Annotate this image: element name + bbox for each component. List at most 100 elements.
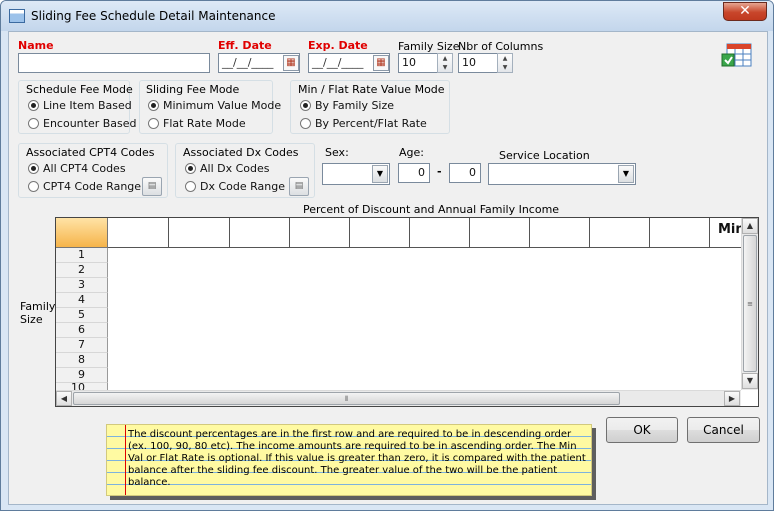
radio-by-family-size[interactable]: By Family Size <box>300 99 394 113</box>
cancel-button[interactable]: Cancel <box>687 417 760 443</box>
ok-button[interactable]: OK <box>606 417 678 443</box>
radio-cpt4-code-range[interactable]: CPT4 Code Range <box>28 180 141 194</box>
grid-title: Percent of Discount and Annual Family In… <box>303 203 560 216</box>
radio-label: All Dx Codes <box>200 162 270 175</box>
family-size-axis-label: Family Size <box>20 300 56 326</box>
radio-unselected-icon <box>28 181 39 192</box>
scroll-left-icon[interactable]: ◀ <box>56 391 72 406</box>
row-header[interactable]: 2 <box>56 263 108 278</box>
column-header[interactable] <box>230 218 290 248</box>
min-flat-rate-mode-label: Min / Flat Rate Value Mode <box>298 83 445 96</box>
discount-income-grid[interactable]: Min 1 2 3 4 5 6 7 8 9 10 ▲ ≡ ▼ ◀ ⦀ ▶ <box>55 217 759 407</box>
radio-label: Line Item Based <box>43 99 132 112</box>
app-window-icon <box>9 9 25 23</box>
column-header[interactable] <box>470 218 530 248</box>
grid-corner-header[interactable] <box>56 218 108 248</box>
name-label: Name <box>18 39 54 52</box>
radio-encounter-based[interactable]: Encounter Based <box>28 117 137 131</box>
radio-label: Dx Code Range <box>200 180 285 193</box>
age-separator: - <box>437 165 442 178</box>
scroll-right-icon[interactable]: ▶ <box>724 391 740 406</box>
radio-label: Encounter Based <box>43 117 137 130</box>
min-column-label: Min <box>718 222 741 237</box>
sliding-fee-mode-label: Sliding Fee Mode <box>146 83 240 96</box>
row-header[interactable]: 1 <box>56 248 108 263</box>
family-size-label: Family Size <box>398 40 460 53</box>
chevron-down-icon[interactable]: ▼ <box>618 165 634 183</box>
radio-selected-icon <box>300 100 311 111</box>
spin-down-icon[interactable]: ▼ <box>498 63 512 72</box>
eff-date-label: Eff. Date <box>218 39 272 52</box>
vertical-scroll-thumb[interactable]: ≡ <box>743 235 757 372</box>
radio-unselected-icon <box>300 118 311 129</box>
nbr-columns-spinner[interactable]: ▲ ▼ <box>497 53 513 73</box>
radio-label: Minimum Value Mode <box>163 99 282 112</box>
row-header[interactable]: 7 <box>56 338 108 353</box>
column-header[interactable] <box>650 218 710 248</box>
column-header[interactable] <box>169 218 230 248</box>
column-header[interactable] <box>590 218 650 248</box>
row-header[interactable]: 5 <box>56 308 108 323</box>
row-header[interactable]: 3 <box>56 278 108 293</box>
associated-dx-label: Associated Dx Codes <box>183 146 299 159</box>
note-text: The discount percentages are in the firs… <box>128 429 586 488</box>
service-location-select[interactable]: ▼ <box>488 163 636 185</box>
horizontal-scroll-thumb[interactable]: ⦀ <box>73 392 620 405</box>
column-header[interactable] <box>410 218 470 248</box>
radio-label: CPT4 Code Range <box>43 180 142 193</box>
column-header[interactable] <box>350 218 410 248</box>
family-size-spinner[interactable]: ▲ ▼ <box>437 53 453 73</box>
column-header-min[interactable]: Min <box>710 218 741 248</box>
row-header[interactable]: 8 <box>56 353 108 368</box>
row-header[interactable]: 4 <box>56 293 108 308</box>
radio-selected-icon <box>185 163 196 174</box>
row-header[interactable]: 6 <box>56 323 108 338</box>
radio-line-item-based[interactable]: Line Item Based <box>28 99 132 113</box>
lookup-icon[interactable]: ▤ <box>142 177 162 196</box>
window-title: Sliding Fee Schedule Detail Maintenance <box>31 9 276 23</box>
radio-selected-icon <box>28 100 39 111</box>
exp-date-label: Exp. Date <box>308 39 368 52</box>
schedule-fee-mode-label: Schedule Fee Mode <box>26 83 133 96</box>
lookup-icon[interactable]: ▤ <box>289 177 309 196</box>
nbr-columns-input[interactable]: 10 <box>458 53 498 73</box>
radio-label: Flat Rate Mode <box>163 117 246 130</box>
calendar-icon[interactable]: ▦ <box>373 55 389 71</box>
chevron-down-icon[interactable]: ▼ <box>372 165 388 183</box>
name-input[interactable] <box>18 53 210 73</box>
scroll-down-icon[interactable]: ▼ <box>742 373 758 389</box>
associated-cpt4-label: Associated CPT4 Codes <box>26 146 155 159</box>
radio-all-dx-codes[interactable]: All Dx Codes <box>185 162 270 176</box>
dialog-body: Name Eff. Date __/__/____ ▦ Exp. Date __… <box>8 31 768 505</box>
scroll-up-icon[interactable]: ▲ <box>742 218 758 234</box>
family-size-input[interactable]: 10 <box>398 53 438 73</box>
title-bar[interactable]: Sliding Fee Schedule Detail Maintenance … <box>1 1 773 31</box>
calendar-icon[interactable]: ▦ <box>283 55 299 71</box>
exp-date-mask: __/__/____ <box>312 56 364 69</box>
row-header[interactable]: 10 <box>56 383 108 390</box>
radio-by-percent-flat-rate[interactable]: By Percent/Flat Rate <box>300 117 427 131</box>
radio-flat-rate-mode[interactable]: Flat Rate Mode <box>148 117 246 131</box>
age-from-input[interactable]: 0 <box>398 163 430 183</box>
radio-unselected-icon <box>185 181 196 192</box>
spin-down-icon[interactable]: ▼ <box>438 63 452 72</box>
radio-unselected-icon <box>148 118 159 129</box>
radio-all-cpt4-codes[interactable]: All CPT4 Codes <box>28 162 126 176</box>
spin-up-icon[interactable]: ▲ <box>438 54 452 63</box>
radio-dx-code-range[interactable]: Dx Code Range <box>185 180 285 194</box>
age-to-input[interactable]: 0 <box>449 163 481 183</box>
service-location-label: Service Location <box>499 149 590 162</box>
vertical-scrollbar[interactable]: ▲ ≡ ▼ <box>741 218 758 390</box>
radio-minimum-value-mode[interactable]: Minimum Value Mode <box>148 99 281 113</box>
spin-up-icon[interactable]: ▲ <box>498 54 512 63</box>
row-header[interactable]: 9 <box>56 368 108 383</box>
column-header[interactable] <box>530 218 590 248</box>
column-header[interactable] <box>108 218 169 248</box>
column-header[interactable] <box>290 218 350 248</box>
nbr-columns-label: Nbr of Columns <box>458 40 544 53</box>
sex-select[interactable]: ▼ <box>322 163 390 185</box>
close-button[interactable]: ✕ <box>723 2 767 21</box>
horizontal-scrollbar[interactable]: ◀ ⦀ ▶ <box>56 390 741 406</box>
sex-label: Sex: <box>325 146 349 159</box>
grid-tool-icon[interactable] <box>721 40 755 70</box>
